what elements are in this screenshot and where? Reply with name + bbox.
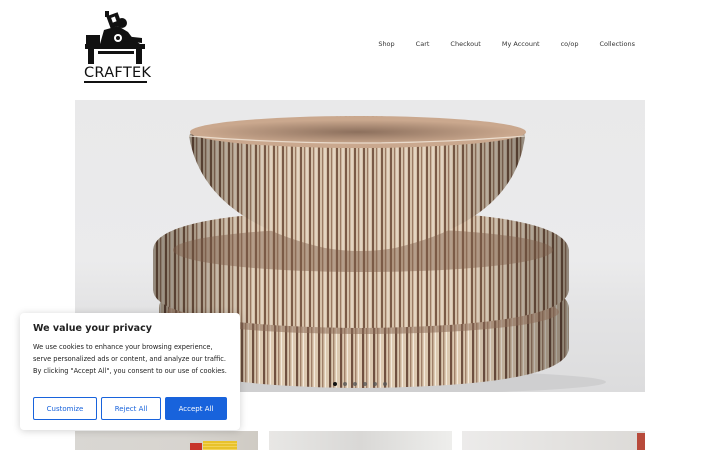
nav-shop[interactable]: Shop xyxy=(378,40,394,49)
cookie-title: We value your privacy xyxy=(33,323,152,334)
logo-underline xyxy=(84,81,147,83)
nav-my-account[interactable]: My Account xyxy=(502,40,540,49)
product-thumbnail-2[interactable] xyxy=(269,431,452,450)
nav-checkout[interactable]: Checkout xyxy=(450,40,480,49)
reject-all-button[interactable]: Reject All xyxy=(101,397,161,420)
nav-collections[interactable]: Collections xyxy=(599,40,635,49)
slider-dot-2[interactable] xyxy=(343,382,347,386)
customize-button[interactable]: Customize xyxy=(33,397,97,420)
logo-wordmark: CRAFTEK xyxy=(84,65,152,81)
nav-cart[interactable]: Cart xyxy=(416,40,430,49)
slider-dot-6[interactable] xyxy=(383,382,387,386)
product-image-detail xyxy=(637,433,645,450)
cookie-consent-banner: We value your privacy We use cookies to … xyxy=(20,313,240,430)
main-nav: Shop Cart Checkout My Account co/op Coll… xyxy=(357,40,635,49)
woodworker-logo-icon xyxy=(85,11,145,64)
slider-dot-4[interactable] xyxy=(363,382,367,386)
cookie-description: We use cookies to enhance your browsing … xyxy=(33,343,227,375)
cookie-actions: Customize Reject All Accept All xyxy=(33,397,227,420)
accept-all-button[interactable]: Accept All xyxy=(165,397,227,420)
product-image-detail xyxy=(190,443,202,450)
slider-dot-3[interactable] xyxy=(353,382,357,386)
product-image-detail xyxy=(203,441,237,450)
nav-coop[interactable]: co/op xyxy=(561,40,579,49)
product-thumbnail-3[interactable] xyxy=(462,431,645,450)
site-logo[interactable]: CRAFTEK xyxy=(84,10,152,84)
slider-dot-1[interactable] xyxy=(333,382,337,386)
slider-dot-5[interactable] xyxy=(373,382,377,386)
product-thumbnail-1[interactable] xyxy=(75,431,258,450)
